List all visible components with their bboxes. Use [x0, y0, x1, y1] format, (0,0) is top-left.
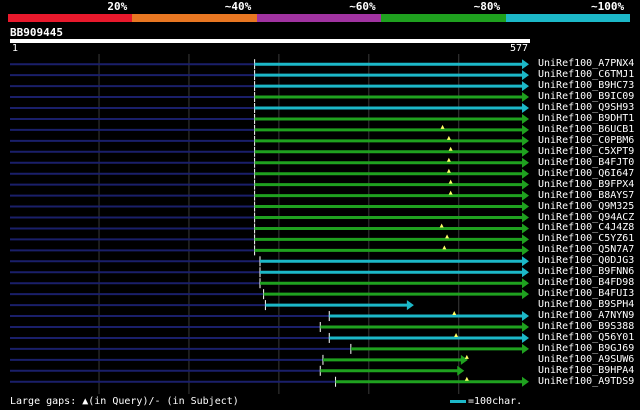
hit-arrow-icon: [522, 81, 529, 92]
hit-arrow-icon: [522, 234, 529, 245]
scale-legend: =100char.: [450, 396, 522, 407]
identity-label-4: ~80%: [473, 0, 501, 13]
hit-label[interactable]: UniRef100_Q6I647: [538, 168, 634, 179]
query-id: BB909445: [10, 26, 63, 39]
identity-swatch-3: [256, 14, 382, 22]
hit-arrow-icon: [522, 311, 529, 322]
hit-label[interactable]: UniRef100_B8AYS7: [538, 190, 634, 201]
hit-arrow-icon: [522, 113, 529, 124]
query-gap-icon: [442, 245, 447, 250]
query-end-label: 577: [509, 43, 528, 54]
hit-arrow-icon: [522, 343, 529, 354]
hit-arrow-icon: [522, 332, 529, 343]
hit-arrow-icon: [522, 278, 529, 289]
hit-arrow-icon: [522, 322, 529, 332]
hit-label[interactable]: UniRef100_C5YZ61: [538, 233, 634, 244]
hit-label[interactable]: UniRef100_B9SPH4: [538, 299, 634, 310]
hit-arrow-icon: [522, 212, 529, 223]
hit-label[interactable]: UniRef100_C4J4Z8: [538, 222, 634, 233]
hit-arrow-icon: [522, 256, 529, 267]
hit-label[interactable]: UniRef100_B4FJT0: [538, 157, 634, 168]
hit-label[interactable]: UniRef100_C6TMJ1: [538, 69, 634, 80]
query-gap-icon: [464, 376, 469, 381]
hit-label[interactable]: UniRef100_B6UCB1: [538, 124, 634, 135]
hit-arrow-icon: [522, 124, 529, 135]
hit-label[interactable]: UniRef100_B9DHT1: [538, 113, 634, 124]
query-gap-icon: [454, 332, 459, 337]
hit-arrow-icon: [522, 70, 529, 81]
hit-arrow-icon: [522, 190, 529, 201]
identity-swatch-1: [8, 14, 133, 22]
hit-arrow-icon: [522, 168, 529, 179]
identity-swatch-5: [505, 14, 631, 22]
hit-label[interactable]: UniRef100_B9HPA4: [538, 365, 634, 376]
hit-arrow-icon: [522, 245, 529, 256]
identity-swatch-4: [381, 14, 507, 22]
hit-label[interactable]: UniRef100_B9FNN6: [538, 266, 634, 277]
query-gap-icon: [446, 157, 451, 162]
hit-label[interactable]: UniRef100_B9IC09: [538, 91, 634, 102]
hit-arrow-icon: [522, 179, 529, 190]
identity-label-5: ~100%: [591, 0, 625, 13]
hit-label[interactable]: UniRef100_Q94ACZ: [538, 212, 634, 223]
hit-arrow-icon: [457, 365, 465, 376]
query-scale: 1 577: [10, 43, 530, 54]
scale-swatch: [450, 399, 466, 403]
hit-arrow-icon: [522, 267, 529, 278]
query-start-label: 1: [12, 43, 19, 54]
query-gap-icon: [452, 311, 457, 316]
hit-label[interactable]: UniRef100_Q56Y01: [538, 332, 634, 343]
identity-legend: 20% ~40% ~60% ~80% ~100%: [8, 0, 631, 24]
hit-label[interactable]: UniRef100_B9HC73: [538, 80, 634, 91]
query-gap-icon: [440, 124, 445, 129]
hit-arrow-icon: [522, 376, 529, 387]
identity-label-2: ~40%: [224, 0, 252, 13]
hit-label[interactable]: UniRef100_B9S388: [538, 321, 634, 332]
identity-label-3: ~60%: [349, 0, 376, 13]
query-gap-icon: [446, 135, 451, 140]
hit-arrow-icon: [522, 103, 529, 113]
hit-label[interactable]: UniRef100_B4FUI3: [538, 288, 634, 299]
hit-label[interactable]: UniRef100_B4FD98: [538, 277, 634, 288]
hit-label[interactable]: UniRef100_Q5N7A7: [538, 244, 634, 255]
query-gap-icon: [446, 168, 451, 173]
hit-label[interactable]: UniRef100_Q9SH93: [538, 102, 634, 113]
hit-label[interactable]: UniRef100_A9TDS9: [538, 376, 634, 387]
hit-arrow-icon: [522, 146, 529, 157]
hit-arrow-icon: [522, 289, 529, 300]
hit-arrow-icon: [522, 135, 529, 146]
query-gap-icon: [439, 223, 444, 228]
hit-arrow-icon: [522, 223, 529, 234]
hit-label[interactable]: UniRef100_C0PBM6: [538, 135, 634, 146]
hit-arrow-icon: [522, 92, 529, 103]
query-gap-icon: [448, 190, 453, 195]
hit-label[interactable]: UniRef100_A7NYN9: [538, 310, 634, 321]
hit-label[interactable]: UniRef100_Q0DJG3: [538, 255, 634, 266]
identity-label-1: 20%: [107, 0, 128, 13]
identity-swatch-2: [132, 14, 258, 22]
hit-label[interactable]: UniRef100_A7PNX4: [538, 58, 634, 69]
hit-label[interactable]: UniRef100_B9GJ69: [538, 343, 634, 354]
hit-arrow-icon: [406, 300, 414, 311]
hit-arrow-icon: [522, 157, 529, 168]
gap-legend: Large gaps: ▲(in Query)/- (in Subject): [10, 396, 239, 407]
hit-label[interactable]: UniRef100_B9FPX4: [538, 179, 634, 190]
query-gap-icon: [445, 234, 450, 239]
query-gap-icon: [448, 179, 453, 184]
scale-legend-label: =100char.: [468, 396, 523, 407]
hit-label[interactable]: UniRef100_A9SUW6: [538, 354, 634, 365]
query-gap-icon: [464, 354, 469, 359]
hit-arrow-icon: [522, 59, 529, 70]
hit-arrow-icon: [522, 201, 529, 212]
query-gap-icon: [448, 146, 453, 151]
hit-label[interactable]: UniRef100_Q9M325: [538, 201, 634, 212]
hit-label[interactable]: UniRef100_C5XPT9: [538, 146, 634, 157]
